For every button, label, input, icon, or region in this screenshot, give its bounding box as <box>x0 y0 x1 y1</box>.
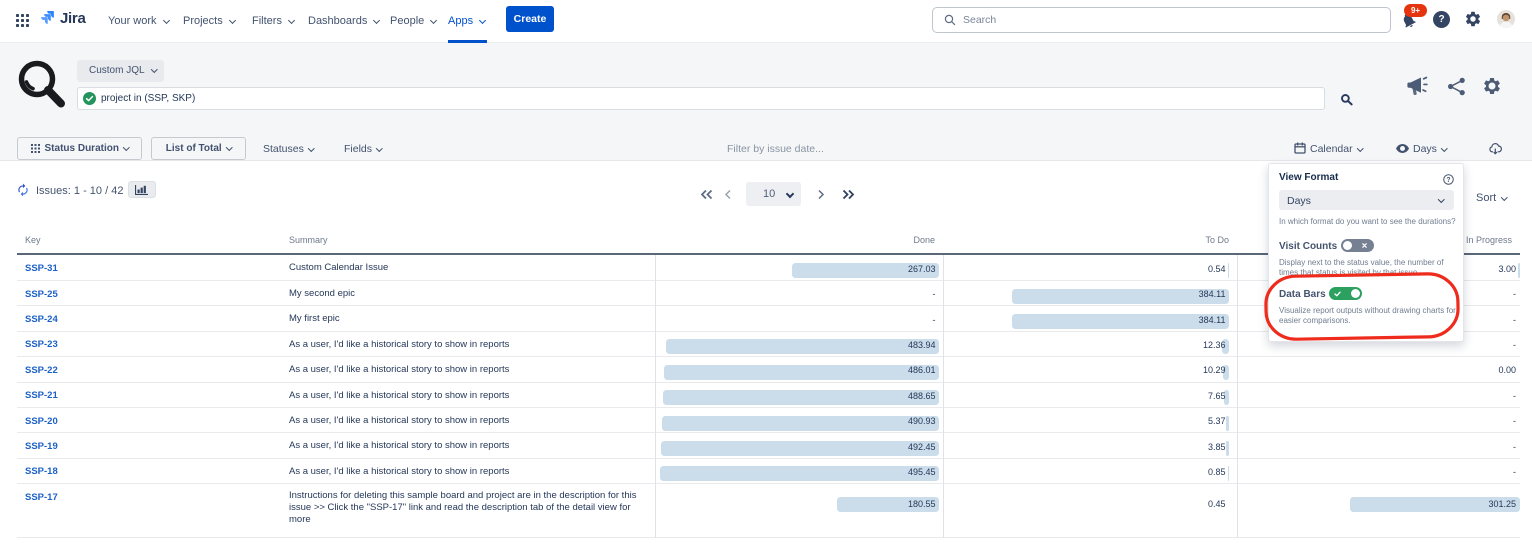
svg-text:?: ? <box>1446 177 1450 184</box>
